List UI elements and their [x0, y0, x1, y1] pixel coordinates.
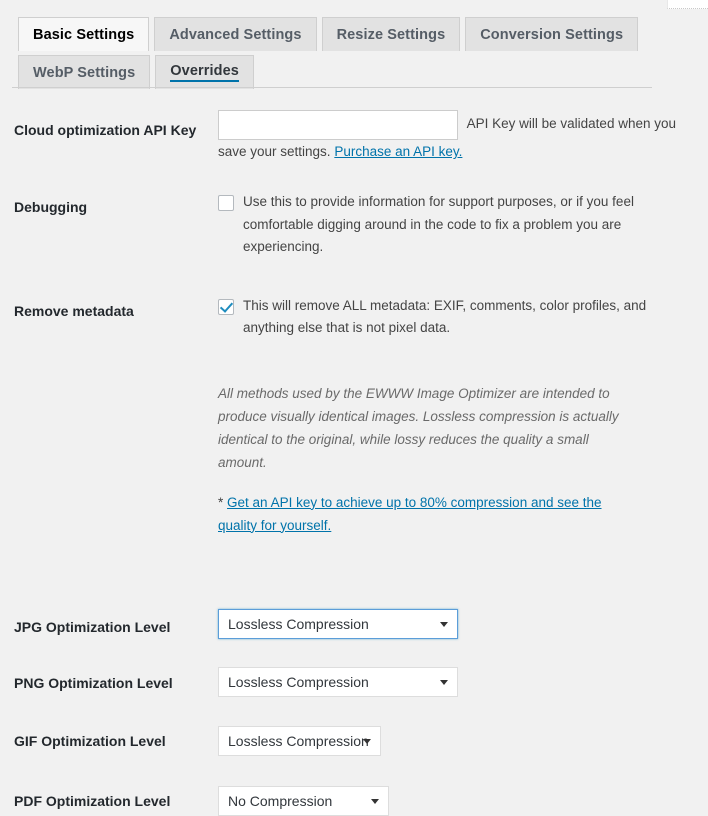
tab-conversion-settings[interactable]: Conversion Settings — [465, 17, 639, 51]
tab-label: Advanced Settings — [169, 26, 302, 43]
field-remove-metadata: This will remove ALL metadata: EXIF, com… — [218, 295, 708, 537]
jpg-optimization-select[interactable]: Lossless Compression — [218, 608, 458, 639]
gif-optimization-select[interactable]: Lossless Compression — [218, 725, 381, 756]
tab-label: Overrides — [170, 63, 239, 82]
metadata-check-line: This will remove ALL metadata: EXIF, com… — [218, 295, 688, 340]
tab-label: WebP Settings — [33, 64, 136, 81]
field-jpg-optimization: Lossless Compression — [218, 608, 708, 639]
label-debugging: Debugging — [14, 199, 88, 215]
field-cloud-api-key: API Key will be validated when you save … — [218, 110, 708, 164]
tab-overrides[interactable]: Overrides — [155, 55, 254, 89]
label-cloud-api-key: Cloud optimization API Key — [14, 122, 197, 138]
row-cloud-api-key: Cloud optimization API Key API Key will … — [0, 110, 708, 164]
settings-form: Cloud optimization API Key API Key will … — [0, 88, 708, 816]
get-api-key-link[interactable]: Get an API key to achieve up to 80% comp… — [218, 495, 602, 533]
chevron-down-icon — [440, 621, 448, 627]
tab-label: Resize Settings — [336, 26, 446, 43]
png-selected-value: Lossless Compression — [228, 673, 369, 690]
chevron-down-icon — [371, 798, 379, 804]
label-jpg-optimization: JPG Optimization Level — [14, 618, 171, 635]
api-upsell-block: * Get an API key to achieve up to 80% co… — [218, 491, 633, 537]
chevron-down-icon — [363, 738, 371, 744]
tab-basic-settings[interactable]: Basic Settings — [18, 17, 150, 51]
chevron-down-icon — [440, 679, 448, 685]
asterisk-marker: * — [218, 494, 224, 510]
png-optimization-select[interactable]: Lossless Compression — [218, 666, 458, 697]
tab-row-secondary: WebP Settings Overrides — [18, 53, 259, 89]
tab-label: Conversion Settings — [480, 26, 624, 43]
label-remove-metadata: Remove metadata — [14, 302, 134, 319]
pdf-selected-value: No Compression — [228, 792, 333, 809]
label-gif-optimization: GIF Optimization Level — [14, 732, 166, 749]
field-pdf-optimization: No Compression — [218, 785, 708, 816]
debugging-check-line: Use this to provide information for supp… — [218, 191, 688, 259]
label-png-optimization: PNG Optimization Level — [14, 674, 173, 691]
tab-advanced-settings[interactable]: Advanced Settings — [154, 17, 317, 51]
field-gif-optimization: Lossless Compression — [218, 725, 708, 756]
row-pdf-optimization: PDF Optimization Level No Compression — [0, 785, 708, 816]
tab-label: Basic Settings — [33, 26, 135, 43]
tab-navigation: Basic Settings Advanced Settings Resize … — [0, 0, 708, 89]
gif-selected-value: Lossless Compression — [228, 732, 369, 749]
tab-row-primary: Basic Settings Advanced Settings Resize … — [18, 15, 643, 51]
debugging-checkbox[interactable] — [218, 195, 234, 211]
field-debugging: Use this to provide information for supp… — [218, 191, 708, 259]
field-png-optimization: Lossless Compression — [218, 666, 708, 697]
remove-metadata-description: This will remove ALL metadata: EXIF, com… — [243, 297, 647, 336]
pdf-optimization-select[interactable]: No Compression — [218, 785, 389, 816]
label-pdf-optimization: PDF Optimization Level — [14, 792, 171, 809]
row-debugging: Debugging Use this to provide informatio… — [0, 191, 708, 259]
jpg-selected-value: Lossless Compression — [228, 615, 369, 632]
remove-metadata-checkbox[interactable] — [218, 298, 234, 315]
row-remove-metadata: Remove metadata This will remove ALL met… — [0, 295, 708, 537]
debugging-description: Use this to provide information for supp… — [243, 194, 634, 254]
purchase-api-key-link[interactable]: Purchase an API key. — [334, 144, 462, 159]
compression-explanation-note: All methods used by the EWWW Image Optim… — [218, 385, 619, 470]
tab-webp-settings[interactable]: WebP Settings — [18, 55, 151, 89]
row-gif-optimization: GIF Optimization Level Lossless Compress… — [0, 725, 708, 756]
row-png-optimization: PNG Optimization Level Lossless Compress… — [0, 666, 708, 697]
tab-resize-settings[interactable]: Resize Settings — [321, 17, 461, 51]
row-jpg-optimization: JPG Optimization Level Lossless Compress… — [0, 608, 708, 639]
api-key-input[interactable] — [218, 110, 458, 140]
